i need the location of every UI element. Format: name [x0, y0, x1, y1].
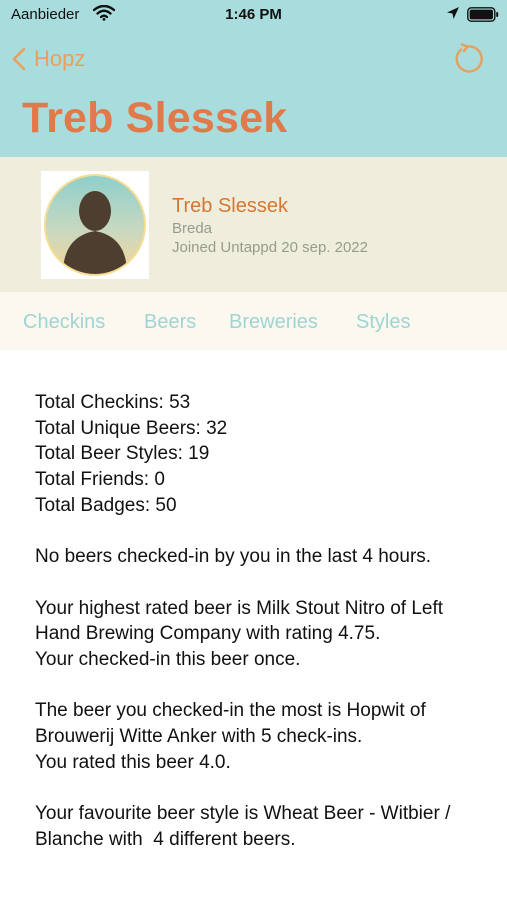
stat-total-badges: Total Badges: 50: [35, 494, 177, 516]
stats-block: Total Checkins: 53 Total Unique Beers: 3…: [35, 390, 490, 519]
stat-total-friends: Total Friends: 0: [35, 469, 165, 491]
stat-total-unique-beers: Total Unique Beers: 32: [35, 417, 228, 439]
status-time: 1:46 PM: [225, 6, 282, 23]
tab-checkins[interactable]: Checkins: [23, 311, 105, 334]
location-arrow-icon: [446, 6, 460, 24]
status-bar: Aanbieder 1:46 PM: [0, 0, 507, 30]
highest-rated-text: Your highest rated beer is Milk Stout Ni…: [35, 597, 444, 645]
recent-checkins-text: No beers checked-in by you in the last 4…: [35, 546, 432, 568]
profile-joined-date: Joined Untappd 20 sep. 2022: [172, 239, 368, 256]
tab-breweries[interactable]: Breweries: [229, 311, 318, 334]
profile-city: Breda: [172, 220, 213, 237]
tab-beers[interactable]: Beers: [144, 311, 196, 334]
stat-total-checkins: Total Checkins: 53: [35, 392, 191, 413]
refresh-icon: [455, 43, 483, 73]
most-checked-text: The beer you checked-in the most is Hopw…: [35, 700, 426, 748]
stat-total-beer-styles: Total Beer Styles: 19: [35, 443, 210, 465]
segment-tabs: Checkins Beers Breweries Styles: [0, 292, 507, 350]
stats-content: Total Checkins: 53 Total Unique Beers: 3…: [35, 390, 490, 878]
back-button-label: Hopz: [34, 46, 86, 71]
highest-rated-block: Your highest rated beer is Milk Stout Ni…: [35, 596, 490, 673]
battery-icon: [467, 7, 499, 26]
profile-name: Treb Slessek: [172, 195, 288, 217]
back-button[interactable]: Hopz: [12, 44, 85, 74]
highest-rated-count-text: Your checked-in this beer once.: [35, 649, 301, 670]
page-title: Treb Slessek: [22, 94, 288, 142]
most-checked-block: The beer you checked-in the most is Hopw…: [35, 698, 490, 775]
chevron-left-icon: [12, 47, 26, 71]
most-checked-rating-text: You rated this beer 4.0.: [35, 751, 231, 773]
avatar-silhouette-icon: [44, 174, 146, 276]
favourite-style-text: Your favourite beer style is Wheat Beer …: [35, 803, 456, 850]
profile-card: Treb Slessek Breda Joined Untappd 20 sep…: [0, 157, 507, 292]
refresh-button[interactable]: [451, 42, 485, 81]
tab-styles[interactable]: Styles: [356, 311, 410, 334]
avatar: [41, 171, 149, 279]
navigation-header: Hopz Treb Slessek: [0, 30, 507, 157]
